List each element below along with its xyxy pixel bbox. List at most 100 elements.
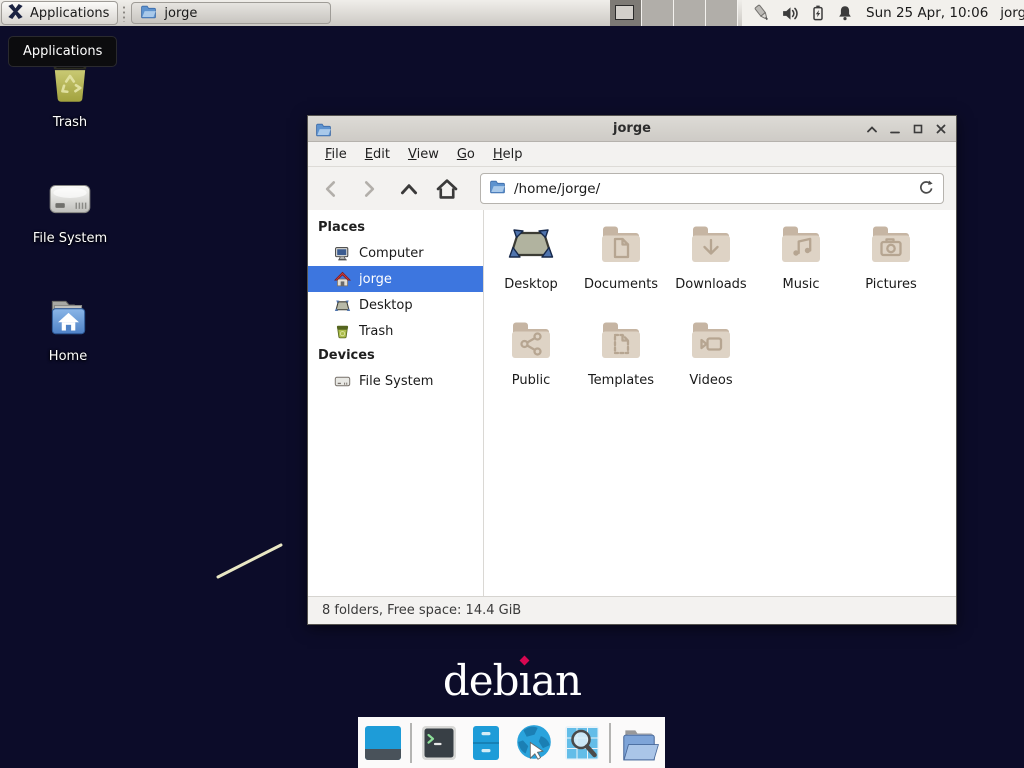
dock-web-browser-icon[interactable]: [513, 722, 555, 764]
home-button[interactable]: [434, 177, 460, 201]
sidebar-item-label: Computer: [359, 246, 424, 261]
file-item-public[interactable]: .e{fill:none;stroke:#b6a591;stroke-width…: [486, 312, 576, 408]
file-item-label: Pictures: [865, 277, 916, 292]
dock-separator: [410, 723, 412, 763]
file-item-music[interactable]: .e{fill:none;stroke:#b6a591;stroke-width…: [756, 216, 846, 312]
drive-small-icon: [334, 373, 351, 390]
music-folder-icon: .e{fill:none;stroke:#b6a591;stroke-width…: [777, 216, 825, 272]
menu-help[interactable]: Help: [484, 144, 532, 165]
workspace-4[interactable]: [706, 0, 738, 26]
folder-icon: [489, 178, 506, 199]
file-item-label: Videos: [689, 373, 732, 388]
user-menu[interactable]: jorge: [1000, 5, 1024, 21]
sidebar-item-computer[interactable]: Computer: [308, 240, 483, 266]
video-folder-icon: .e{fill:none;stroke:#b6a591;stroke-width…: [687, 312, 735, 368]
file-item-label: Desktop: [504, 277, 558, 292]
close-button[interactable]: [929, 117, 952, 141]
file-item-label: Downloads: [675, 277, 746, 292]
menu-go[interactable]: Go: [448, 144, 484, 165]
debian-red-diamond: [519, 656, 529, 666]
file-list: Desktop .e{fill:none;stroke:#b6a591;stro…: [484, 210, 956, 598]
home-folder-icon: [43, 331, 93, 346]
sidebar-item-file-system[interactable]: File System: [308, 368, 483, 394]
document-folder-icon: .e{fill:none;stroke:#b6a591;stroke-width…: [597, 216, 645, 272]
file-item-label: Documents: [584, 277, 658, 292]
minimize-button[interactable]: [883, 117, 906, 141]
dock-file-cabinet-icon[interactable]: [466, 722, 506, 764]
sidebar-item-trash[interactable]: Trash: [308, 318, 483, 344]
desktop-icon: [507, 216, 555, 272]
taskbar-window-label: jorge: [164, 6, 197, 21]
reload-icon[interactable]: [917, 178, 935, 200]
share-folder-icon: .e{fill:none;stroke:#b6a591;stroke-width…: [507, 312, 555, 368]
folder-icon: [315, 121, 332, 142]
desktop-icon-label: Trash: [22, 115, 118, 130]
sidebar-header-places: Places: [308, 216, 483, 240]
stylus-icon[interactable]: [752, 3, 772, 23]
workspace-window-thumb: [615, 5, 634, 20]
volume-icon[interactable]: [781, 4, 800, 23]
template-folder-icon: .e{fill:none;stroke:#b6a591;stroke-width…: [597, 312, 645, 368]
menu-file[interactable]: File: [316, 144, 356, 165]
xfce-x-icon: [6, 2, 25, 25]
toolbar: /home/jorge/: [308, 167, 956, 210]
applications-tooltip: Applications: [8, 36, 117, 67]
file-item-downloads[interactable]: .e{fill:none;stroke:#b6a591;stroke-width…: [666, 216, 756, 312]
workspace-1[interactable]: [610, 0, 642, 26]
back-button[interactable]: [318, 177, 344, 201]
dock: [358, 717, 665, 768]
dock-separator: [609, 723, 611, 763]
top-panel: Applications jorge Sun 25 Apr, 10:06 jor…: [0, 0, 1024, 26]
notifications-icon[interactable]: [836, 4, 854, 22]
battery-icon[interactable]: [809, 4, 827, 22]
system-tray: [752, 3, 854, 23]
path-text: /home/jorge/: [514, 181, 909, 197]
file-item-videos[interactable]: .e{fill:none;stroke:#b6a591;stroke-width…: [666, 312, 756, 408]
statusbar-text: 8 folders, Free space: 14.4 GiB: [322, 603, 521, 618]
titlebar[interactable]: jorge: [308, 116, 956, 142]
file-item-pictures[interactable]: .e{fill:none;stroke:#b6a591;stroke-width…: [846, 216, 936, 312]
dock-terminal-icon[interactable]: [419, 722, 459, 764]
forward-button[interactable]: [356, 177, 382, 201]
menubar: FileEditViewGoHelp: [308, 142, 956, 167]
address-bar[interactable]: /home/jorge/: [480, 173, 944, 204]
up-button[interactable]: [396, 177, 422, 201]
applications-menu-label: Applications: [30, 6, 109, 21]
workspace-3[interactable]: [674, 0, 706, 26]
computer-icon: [334, 245, 351, 262]
sidebar-item-desktop[interactable]: Desktop: [308, 292, 483, 318]
file-item-desktop[interactable]: Desktop: [486, 216, 576, 312]
maximize-button[interactable]: [906, 117, 929, 141]
applications-menu-button[interactable]: Applications: [1, 1, 118, 25]
sidebar-item-label: Desktop: [359, 298, 413, 313]
desktop-icon-label: File System: [22, 231, 118, 246]
statusbar: 8 folders, Free space: 14.4 GiB: [308, 596, 956, 624]
clock[interactable]: Sun 25 Apr, 10:06: [866, 5, 988, 21]
workspace-2[interactable]: [642, 0, 674, 26]
file-item-documents[interactable]: .e{fill:none;stroke:#b6a591;stroke-width…: [576, 216, 666, 312]
debian-logo: debıan: [0, 656, 1024, 705]
desktop-icon-file-system[interactable]: File System: [22, 174, 118, 246]
file-item-label: Music: [783, 277, 820, 292]
dock-app-finder-icon[interactable]: [562, 722, 602, 764]
sidebar-header-devices: Devices: [308, 344, 483, 368]
trash-icon: [44, 97, 96, 112]
sidebar-item-label: Trash: [359, 324, 393, 339]
window-body: Places Computer jorge Desktop Trash Devic…: [308, 210, 956, 598]
menu-view[interactable]: View: [399, 144, 448, 165]
dock-file-manager-icon[interactable]: [618, 722, 660, 764]
desktop-icon-label: Home: [20, 349, 116, 364]
desktop-icon-trash[interactable]: Trash: [22, 56, 118, 130]
hard-drive-icon: [45, 213, 95, 228]
taskbar-window-button[interactable]: jorge: [131, 2, 331, 24]
desktop-icon-home[interactable]: Home: [20, 292, 116, 364]
panel-status-area: Sun 25 Apr, 10:06 jorge: [742, 0, 1024, 26]
file-item-templates[interactable]: .e{fill:none;stroke:#b6a591;stroke-width…: [576, 312, 666, 408]
sidebar-item-jorge[interactable]: jorge: [308, 266, 483, 292]
file-item-label: Public: [512, 373, 550, 388]
dock-show-desktop-icon[interactable]: [363, 722, 403, 764]
home-red-icon: [334, 271, 351, 288]
download-folder-icon: .e{fill:none;stroke:#b6a591;stroke-width…: [687, 216, 735, 272]
shade-button[interactable]: [860, 117, 883, 141]
menu-edit[interactable]: Edit: [356, 144, 399, 165]
